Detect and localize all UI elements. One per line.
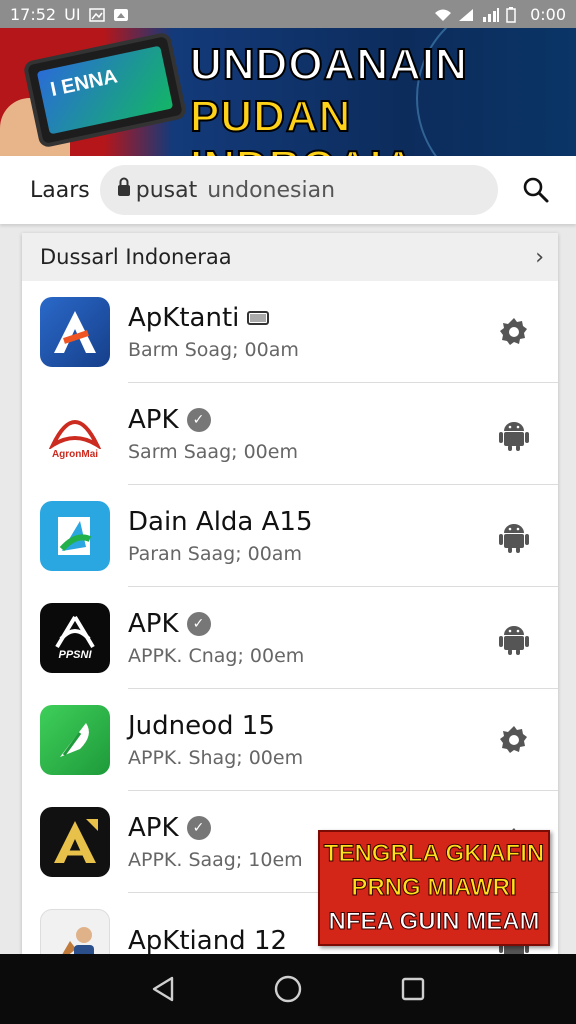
app-title: APK — [128, 608, 179, 639]
upload-notification-icon — [113, 7, 129, 21]
ad-line-2: PRNG MIAWRI — [351, 874, 517, 902]
list-item[interactable]: Dain Alda A15 Paran Saag; 00am — [22, 485, 558, 587]
list-header[interactable]: Dussarl Indoneraa › — [22, 233, 558, 281]
android-icon[interactable] — [496, 620, 532, 656]
back-icon — [152, 976, 173, 1002]
overlay-ad[interactable]: TENGRLA GKIAFIN PRNG MIAWRI NFEA GUIN ME… — [318, 830, 550, 946]
app-title: Dain Alda A15 — [128, 506, 313, 537]
address-field[interactable]: pusat undonesian — [99, 165, 498, 215]
list-item[interactable]: Judneod 15 APPK. Shag; 00em — [22, 689, 558, 791]
tablet-screen-text: I ENNA — [36, 45, 174, 135]
list-item[interactable]: AgronMai APK ✓ Sarm Saag; 00em — [22, 383, 558, 485]
list-item[interactable]: PPSNI APK ✓ APPK. Cnag; 00em — [22, 587, 558, 689]
image-notification-icon — [88, 7, 105, 22]
recents-button[interactable] — [393, 969, 433, 1009]
gear-icon[interactable] — [496, 722, 532, 758]
app-title: APK — [128, 404, 179, 435]
app-title: ApKtanti — [128, 302, 240, 333]
list-header-title: Dussarl Indoneraa — [40, 245, 232, 269]
back-button[interactable] — [143, 969, 183, 1009]
ad-line-1: TENGRLA GKIAFIN — [323, 840, 545, 868]
navigation-bar — [0, 954, 576, 1024]
app-icon-label: AgronMai — [51, 448, 99, 460]
app-icon-label: PPSNI — [58, 649, 92, 661]
status-clock: 0:00 — [530, 4, 566, 24]
app-icon — [40, 705, 110, 775]
verified-badge-icon: ✓ — [186, 407, 211, 432]
verified-badge-icon: ✓ — [186, 611, 211, 636]
home-button[interactable] — [268, 969, 308, 1009]
android-icon[interactable] — [496, 518, 532, 554]
search-bar: Laars pusat undonesian — [0, 156, 576, 224]
app-icon — [40, 297, 110, 367]
tablet-image: I ENNA — [22, 31, 188, 149]
status-carrier: UI — [64, 4, 81, 24]
search-button[interactable] — [516, 170, 556, 210]
app-icon: AgronMai — [40, 399, 110, 469]
address-domain: pusat — [135, 177, 198, 203]
verified-badge-icon: ✓ — [186, 815, 211, 840]
android-icon[interactable] — [496, 416, 532, 452]
signal-bars-icon — [482, 7, 500, 22]
promo-banner[interactable]: I ENNA UNDOANAIN PUDAN INDBOAIA — [0, 28, 576, 156]
search-label: Laars — [30, 177, 90, 203]
app-title: Judneod 15 — [128, 710, 275, 741]
app-icon: PPSNI — [40, 603, 110, 673]
app-subtitle: Sarm Saag; 00em — [128, 440, 298, 463]
app-subtitle: Paran Saag; 00am — [128, 542, 302, 565]
battery-icon — [506, 7, 522, 23]
recents-icon — [402, 977, 425, 1001]
signal-icon — [458, 7, 474, 21]
ad-line-3: NFEA GUIN MEAM — [328, 908, 540, 936]
app-subtitle: APPK. Cnag; 00em — [128, 644, 305, 667]
banner-subheadline: PUDAN INDBOAIA — [189, 91, 416, 156]
app-icon — [40, 909, 110, 955]
lock-icon — [116, 177, 132, 203]
home-icon — [274, 975, 302, 1003]
app-icon — [40, 807, 110, 877]
app-subtitle: Barm Soag; 00am — [128, 338, 299, 361]
status-bar: 17:52 UI 0:00 — [0, 0, 576, 28]
search-icon — [523, 177, 549, 203]
status-time: 17:52 — [10, 4, 57, 24]
app-subtitle: APPK. Shag; 00em — [128, 746, 304, 769]
list-item[interactable]: ApKtanti Barm Soag; 00am — [22, 281, 558, 383]
address-query: undonesian — [207, 177, 336, 203]
app-icon — [40, 501, 110, 571]
app-title: APK — [128, 812, 179, 843]
banner-headline: UNDOANAIN — [189, 39, 468, 90]
app-title: ApKtiand 12 — [128, 925, 288, 956]
gear-icon[interactable] — [496, 314, 532, 350]
wifi-icon — [434, 7, 452, 21]
tablet-badge-icon — [247, 303, 270, 333]
chevron-right-icon: › — [535, 244, 544, 270]
